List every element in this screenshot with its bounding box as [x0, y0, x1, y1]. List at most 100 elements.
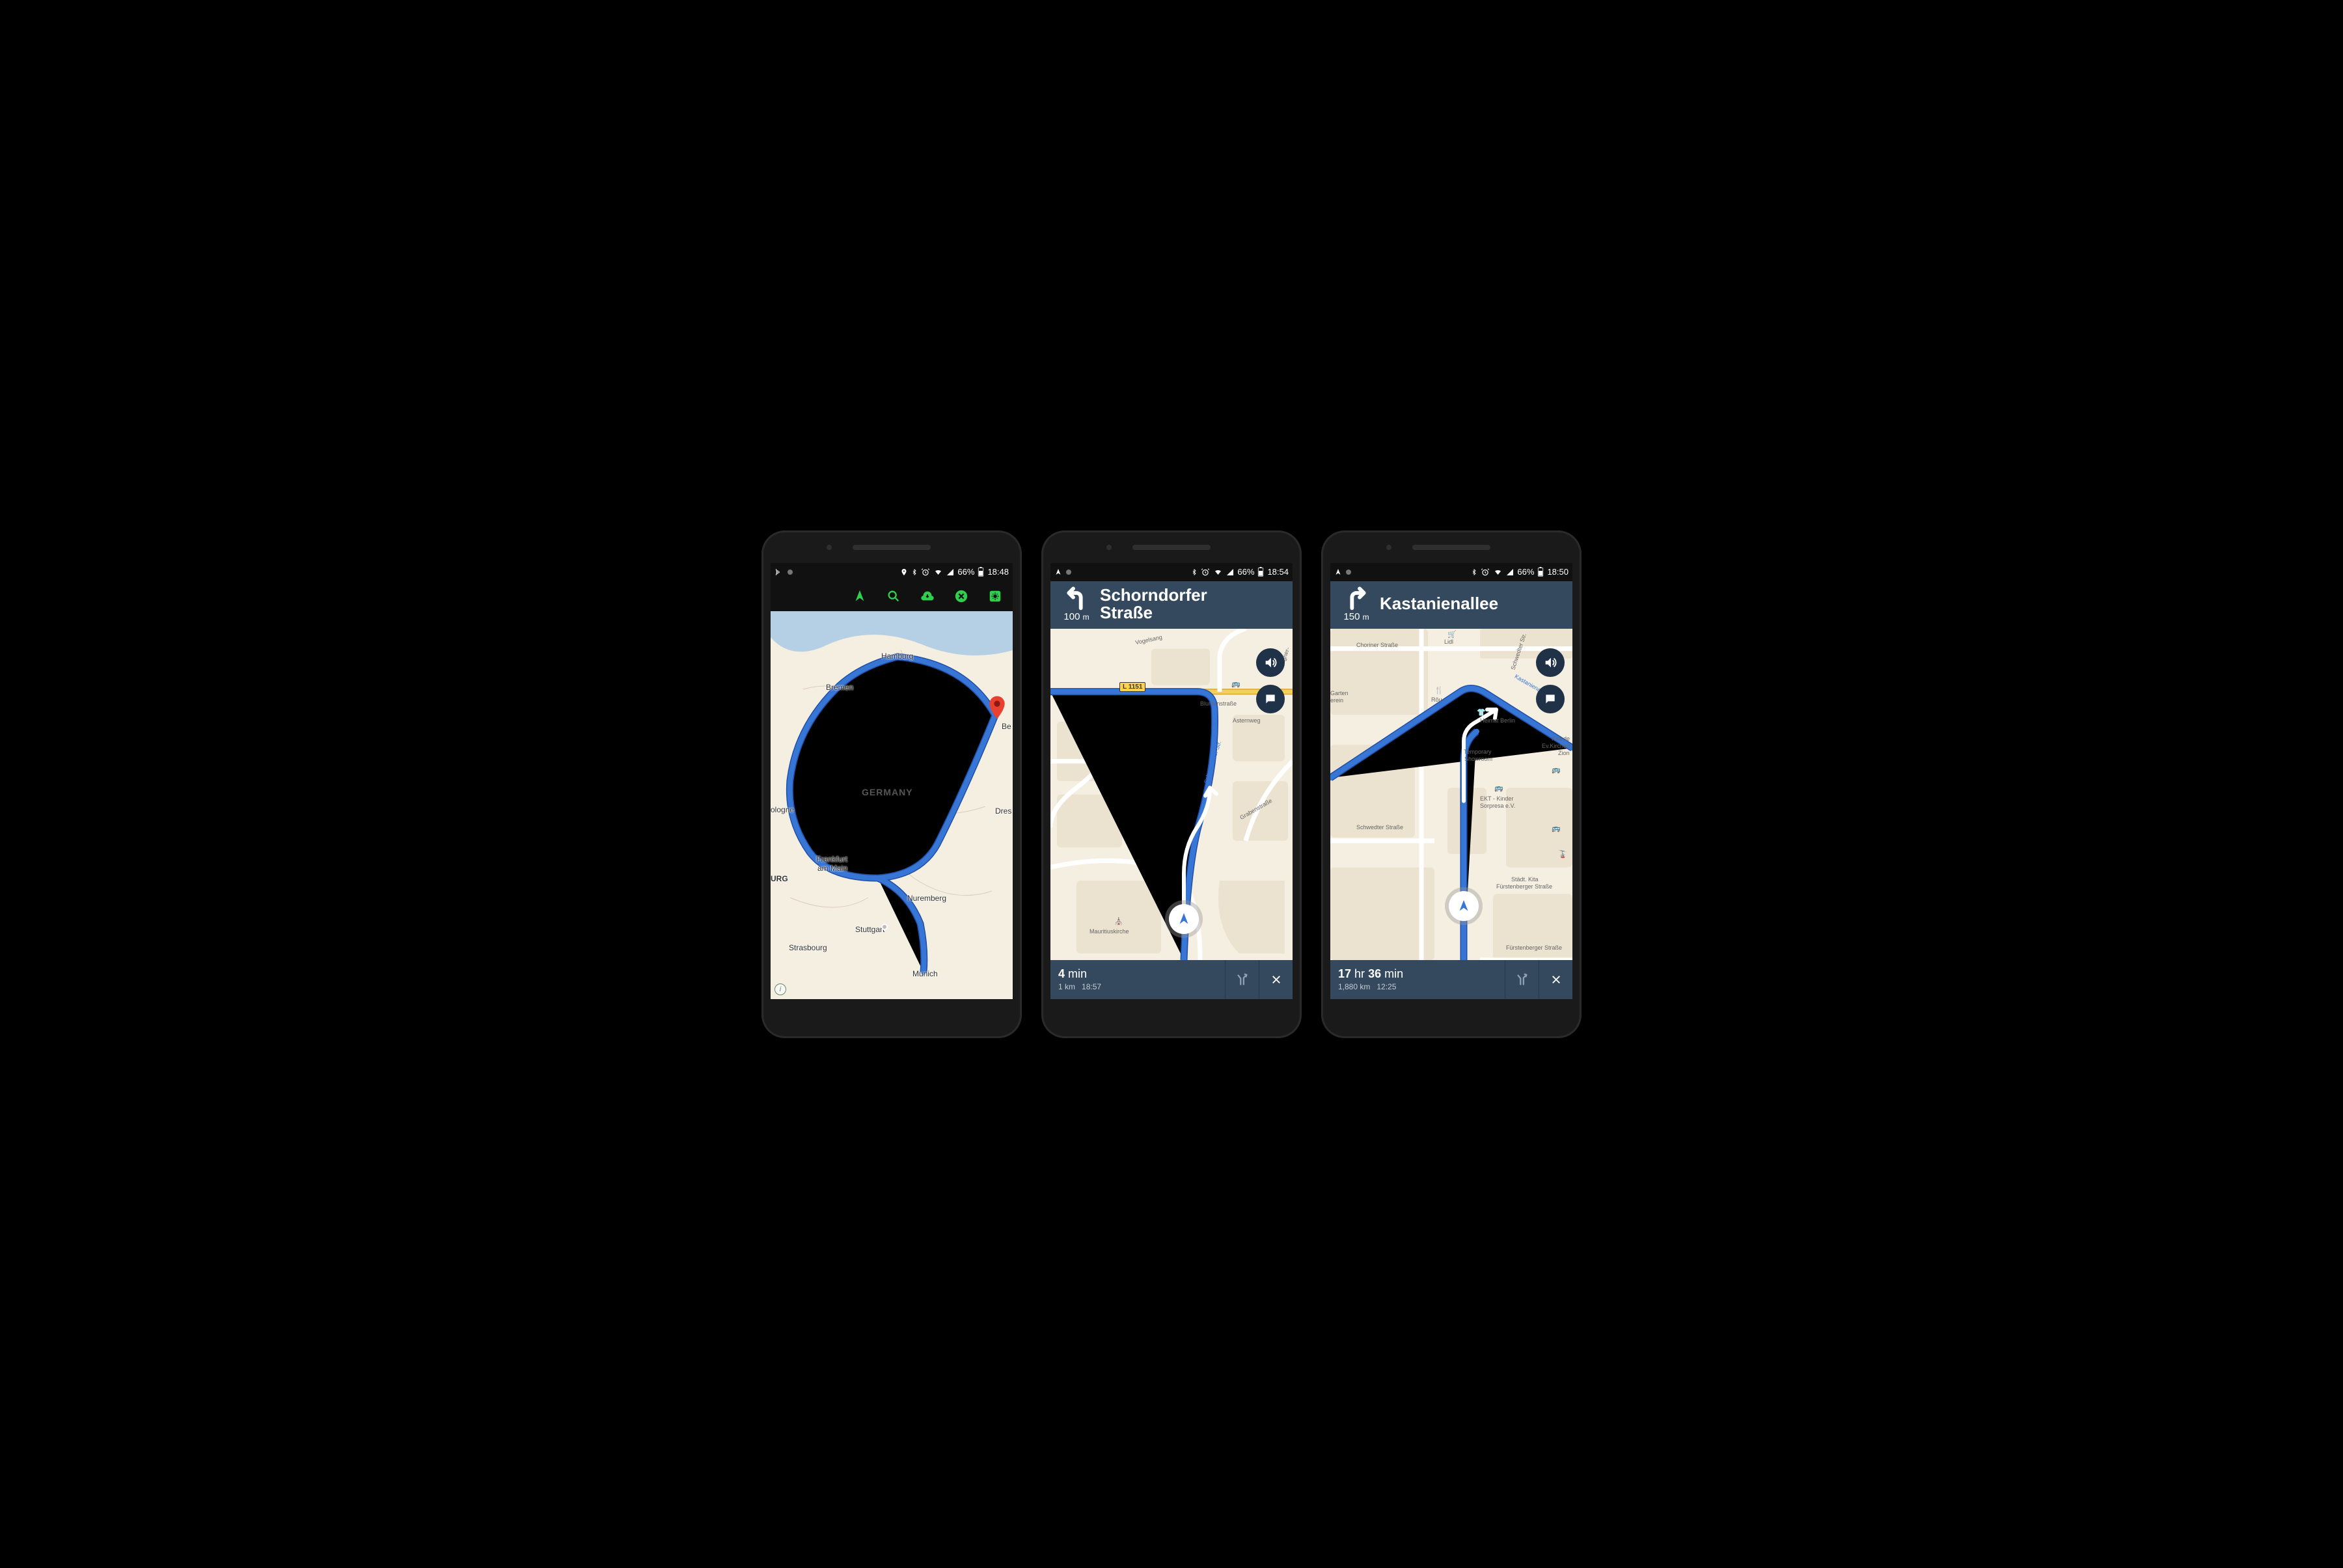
close-nav-button[interactable]: [1539, 960, 1572, 999]
battery-icon: [978, 567, 984, 577]
sound-button[interactable]: [1256, 648, 1285, 677]
bus-stop-icon: 🚌: [1552, 765, 1561, 774]
circle-icon: [1065, 569, 1072, 575]
city-frankfurt-1: Frankfurt: [816, 855, 847, 864]
location-marker[interactable]: [1169, 904, 1199, 934]
wifi-icon: [1213, 568, 1223, 576]
status-bar: 66% 18:48: [771, 563, 1013, 581]
city-urg: URG: [771, 874, 788, 883]
download-icon[interactable]: [920, 589, 935, 603]
city-munich: Munich: [912, 969, 938, 978]
circle-icon: [1345, 569, 1352, 575]
city-nuremberg: Nuremberg: [907, 894, 946, 903]
poi-stadt1: Städt. Kita: [1511, 876, 1539, 883]
city-strasbourg: Strasbourg: [789, 943, 827, 952]
circle-icon: [787, 569, 793, 575]
wifi-icon: [933, 568, 943, 576]
battery-icon: [1537, 567, 1544, 577]
phone-camera: [827, 545, 832, 550]
map-view[interactable]: Choriner Straße Schwedter Straße Schwedt…: [1330, 629, 1572, 960]
alt-route-button[interactable]: [1225, 960, 1259, 999]
location-marker[interactable]: [1449, 891, 1479, 921]
turn-street: Kastanienallee: [1376, 595, 1566, 612]
map-view[interactable]: L 1151 Blumenstraße Asternweg Grabenstra…: [1050, 629, 1293, 960]
poi-garten2: erein: [1330, 697, 1343, 704]
bluetooth-icon: [1471, 568, 1477, 577]
cell-icon: [946, 568, 954, 576]
turn-right-icon: [1342, 586, 1371, 612]
alarm-icon: [921, 568, 930, 577]
street-blumen: Blumenstraße: [1200, 700, 1237, 707]
location-dot: [881, 924, 888, 930]
screen-1: 66% 18:48: [771, 563, 1013, 999]
phone-frame-1: 66% 18:48: [761, 530, 1022, 1038]
phone-camera: [1106, 545, 1112, 550]
cablecar-icon: 🚡: [1558, 850, 1567, 859]
phone-frame-3: 66% 18:50 150 m Kastanienallee: [1321, 530, 1582, 1038]
nav-up-icon: [1054, 568, 1062, 576]
poi-heimat: Heimat Berlin: [1480, 717, 1515, 724]
city-bremen: Bremen: [826, 683, 853, 692]
turn-distance: 150 m: [1343, 611, 1369, 622]
poi-kita3: Zion: [1558, 750, 1570, 756]
cell-icon: [1226, 568, 1234, 576]
restaurant-icon: 🍴: [1434, 686, 1444, 695]
navigation-banner[interactable]: 150 m Kastanienallee: [1330, 581, 1572, 629]
poi-kita1: Kita de: [1552, 736, 1570, 742]
instructions-button[interactable]: [1536, 685, 1565, 713]
eta-info[interactable]: 17 hr 36 min 1,880 km 12:25: [1330, 963, 1505, 996]
poi-rou: Rōu: [1431, 696, 1442, 703]
poi-showroom2: Showroom: [1464, 756, 1492, 762]
bus-stop-icon: 🚌: [1231, 680, 1240, 688]
status-bar: 66% 18:54: [1050, 563, 1293, 581]
city-stuttgart: Stuttgart: [855, 925, 884, 934]
street-schwedter: Schwedter Straße: [1356, 824, 1403, 831]
road-sign: L 1151: [1119, 682, 1145, 692]
poi-kirche: Mauritiuskirche: [1089, 928, 1129, 935]
location-icon: [900, 568, 908, 577]
close-circle-icon[interactable]: [954, 589, 968, 603]
battery-icon: [1257, 567, 1264, 577]
alt-route-button[interactable]: [1505, 960, 1539, 999]
search-icon[interactable]: [886, 589, 901, 603]
sound-button[interactable]: [1536, 648, 1565, 677]
eta-info[interactable]: 4 min 1 km 18:57: [1050, 963, 1225, 996]
turn-street: SchorndorferStraße: [1096, 586, 1286, 622]
street-choriner: Choriner Straße: [1356, 642, 1398, 648]
street-furstenberger: Fürstenberger Straße: [1506, 944, 1562, 951]
phone-speaker: [853, 545, 931, 550]
city-dresden: Dres: [995, 806, 1011, 816]
status-bar: 66% 18:50: [1330, 563, 1572, 581]
alarm-icon: [1481, 568, 1490, 577]
map-view[interactable]: Hamburg Bremen ologne Frankfurt am Main …: [771, 611, 1013, 999]
turn-left-icon: [1062, 586, 1091, 612]
shirt-icon: 👕: [1477, 708, 1486, 717]
cell-icon: [1506, 568, 1514, 576]
screen-3: 66% 18:50 150 m Kastanienallee: [1330, 563, 1572, 999]
nav-up-icon: [1334, 568, 1342, 576]
settings-icon[interactable]: [988, 589, 1002, 603]
map-canvas: [771, 611, 1013, 999]
app-toolbar: [771, 581, 1013, 611]
status-clock: 18:48: [987, 567, 1009, 577]
screen-2: 66% 18:54 100 m SchorndorferStraße: [1050, 563, 1293, 999]
navigation-banner[interactable]: 100 m SchorndorferStraße: [1050, 581, 1293, 629]
poi-ekt1: EKT - Kinder: [1480, 795, 1513, 802]
bluetooth-icon: [1191, 568, 1198, 577]
nav-arrow-icon[interactable]: [853, 589, 867, 603]
poi-lidl: Lidl: [1444, 639, 1453, 645]
status-clock: 18:50: [1547, 567, 1569, 577]
poi-stadt2: Fürstenberger Straße: [1496, 883, 1552, 890]
phone-speaker: [1412, 545, 1490, 550]
nfc-icon: [774, 568, 784, 577]
close-nav-button[interactable]: [1259, 960, 1293, 999]
battery-percent: 66%: [1237, 567, 1254, 577]
phone-camera: [1386, 545, 1391, 550]
instructions-button[interactable]: [1256, 685, 1285, 713]
city-hamburg: Hamburg: [881, 652, 913, 661]
destination-pin[interactable]: [988, 696, 1006, 722]
info-button[interactable]: i: [774, 983, 786, 995]
wifi-icon: [1493, 568, 1503, 576]
bus-stop-icon: 🚌: [1494, 784, 1503, 792]
bluetooth-icon: [911, 568, 918, 577]
